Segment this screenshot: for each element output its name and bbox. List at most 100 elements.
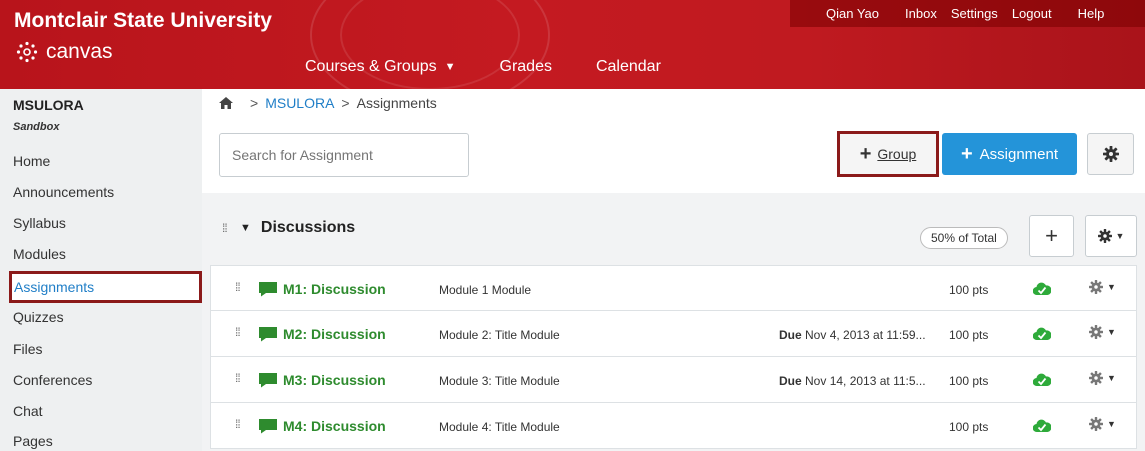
add-assignment-button[interactable]: + Assignment <box>942 133 1077 175</box>
breadcrumb-current: Assignments <box>356 95 437 111</box>
caret-down-icon: ▼ <box>1107 327 1116 337</box>
discussion-icon <box>259 373 277 388</box>
assignment-title-link[interactable]: M1: Discussion <box>283 281 386 297</box>
plus-icon: + <box>960 142 973 165</box>
caret-down-icon: ▼ <box>1107 373 1116 383</box>
add-assignment-label: Assignment <box>979 145 1059 163</box>
inbox-link[interactable]: Inbox <box>905 6 937 21</box>
breadcrumb-separator: > <box>341 95 350 111</box>
assignment-row[interactable]: ⁞⁞ M4: Discussion Module 4: Title Module… <box>210 403 1137 449</box>
discussion-icon <box>259 327 277 342</box>
canvas-logo[interactable]: canvas <box>16 40 113 64</box>
assignment-module: Module 2: Title Module <box>439 328 560 342</box>
assignment-points: 100 pts <box>949 374 989 388</box>
group-weight-badge: 50% of Total <box>920 227 1008 249</box>
assignment-points: 100 pts <box>949 328 989 342</box>
assignment-due-date: Due Nov 14, 2013 at 11:5... <box>779 374 926 388</box>
top-navigation: Courses & Groups ▼ Grades Calendar <box>305 58 705 76</box>
due-date-text: Nov 14, 2013 at 11:5... <box>805 374 926 388</box>
settings-gear-button[interactable] <box>1087 133 1134 175</box>
assignment-row[interactable]: ⁞⁞ M2: Discussion Module 2: Title Module… <box>210 311 1137 357</box>
plus-icon: + <box>859 142 872 165</box>
drag-handle-icon[interactable]: ⁞⁞ <box>222 221 228 235</box>
assignment-module: Module 4: Title Module <box>439 420 560 434</box>
assignment-settings-menu[interactable]: ▼ <box>1089 280 1116 294</box>
sidebar-item-modules[interactable]: Modules <box>13 246 66 262</box>
caret-down-icon: ▼ <box>444 61 456 73</box>
sidebar-item-assignments[interactable]: Assignments <box>9 271 202 303</box>
gear-icon <box>1097 229 1112 243</box>
course-sidebar: MSULORA Sandbox Home Announcements Sylla… <box>0 89 202 451</box>
nav-grades[interactable]: Grades <box>500 58 552 76</box>
assignment-settings-menu[interactable]: ▼ <box>1089 325 1116 339</box>
sidebar-item-syllabus[interactable]: Syllabus <box>13 215 66 231</box>
user-name-link[interactable]: Qian Yao <box>826 6 879 21</box>
assignment-title-link[interactable]: M2: Discussion <box>283 326 386 342</box>
sidebar-item-quizzes[interactable]: Quizzes <box>13 309 64 325</box>
sidebar-item-assignments-label: Assignments <box>14 279 95 295</box>
gear-icon <box>1089 325 1103 339</box>
help-link[interactable]: Help <box>1078 6 1105 21</box>
drag-handle-icon[interactable]: ⁞⁞ <box>235 325 241 339</box>
canvas-logo-icon <box>16 41 38 63</box>
assignment-list: ⁞⁞ M1: Discussion Module 1 Module 100 pt… <box>210 265 1137 449</box>
gear-icon <box>1089 417 1103 431</box>
discussion-icon <box>259 282 277 297</box>
published-cloud-icon[interactable] <box>1033 281 1051 297</box>
global-header: Montclair State University canvas Course… <box>0 0 1145 89</box>
nav-courses-groups-label: Courses & Groups <box>305 58 437 75</box>
home-icon[interactable] <box>219 97 233 109</box>
sidebar-course-name[interactable]: MSULORA <box>13 97 84 113</box>
sidebar-item-conferences[interactable]: Conferences <box>13 372 92 388</box>
sidebar-item-files[interactable]: Files <box>13 341 43 357</box>
published-cloud-icon[interactable] <box>1033 372 1051 388</box>
drag-handle-icon[interactable]: ⁞⁞ <box>235 417 241 431</box>
group-settings-button[interactable]: ▼ <box>1085 215 1137 257</box>
sidebar-item-chat[interactable]: Chat <box>13 403 43 419</box>
collapse-caret-icon: ▼ <box>240 222 251 234</box>
caret-down-icon: ▼ <box>1115 231 1125 241</box>
published-cloud-icon[interactable] <box>1033 418 1051 434</box>
plus-icon: + <box>1045 223 1058 248</box>
assignment-title-link[interactable]: M3: Discussion <box>283 372 386 388</box>
breadcrumb: > MSULORA > Assignments <box>219 95 437 111</box>
assignment-group-header: ⁞⁞ ▼ Discussions 50% of Total + ▼ <box>210 209 1137 265</box>
assignment-row[interactable]: ⁞⁞ M3: Discussion Module 3: Title Module… <box>210 357 1137 403</box>
main-content: > MSULORA > Assignments + Group + Assign… <box>202 89 1145 451</box>
assignment-title-link[interactable]: M4: Discussion <box>283 418 386 434</box>
search-assignment-input[interactable] <box>219 133 469 177</box>
sidebar-item-pages[interactable]: Pages <box>13 433 53 449</box>
due-label: Due <box>779 374 802 388</box>
gear-icon <box>1089 371 1103 385</box>
nav-courses-groups[interactable]: Courses & Groups ▼ <box>305 58 456 76</box>
logout-link[interactable]: Logout <box>1012 6 1052 21</box>
assignment-module: Module 1 Module <box>439 283 532 297</box>
due-date-text: Nov 4, 2013 at 11:59... <box>805 328 926 342</box>
published-cloud-icon[interactable] <box>1033 326 1051 342</box>
sidebar-item-announcements[interactable]: Announcements <box>13 184 114 200</box>
assignment-settings-menu[interactable]: ▼ <box>1089 371 1116 385</box>
user-links-bar: Qian Yao Inbox Settings Logout Help <box>790 0 1145 27</box>
assignment-module: Module 3: Title Module <box>439 374 560 388</box>
sidebar-course-subtitle: Sandbox <box>13 121 60 133</box>
nav-calendar[interactable]: Calendar <box>596 58 661 76</box>
assignment-group-title[interactable]: ▼ Discussions <box>240 219 355 237</box>
gear-icon <box>1102 146 1119 162</box>
add-assignment-to-group-button[interactable]: + <box>1029 215 1074 257</box>
add-group-label: Group <box>877 146 917 162</box>
caret-down-icon: ▼ <box>1107 419 1116 429</box>
assignment-row[interactable]: ⁞⁞ M1: Discussion Module 1 Module 100 pt… <box>210 265 1137 311</box>
drag-handle-icon[interactable]: ⁞⁞ <box>235 280 241 294</box>
assignment-settings-menu[interactable]: ▼ <box>1089 417 1116 431</box>
gear-icon <box>1089 280 1103 294</box>
assignment-due-date: Due Nov 4, 2013 at 11:59... <box>779 328 926 342</box>
add-group-button[interactable]: + Group <box>837 131 939 177</box>
due-label: Due <box>779 328 802 342</box>
canvas-logo-text: canvas <box>46 40 113 63</box>
settings-link[interactable]: Settings <box>951 6 998 21</box>
breadcrumb-separator: > <box>250 95 259 111</box>
caret-down-icon: ▼ <box>1107 282 1116 292</box>
breadcrumb-course-link[interactable]: MSULORA <box>265 95 334 111</box>
sidebar-item-home[interactable]: Home <box>13 153 50 169</box>
drag-handle-icon[interactable]: ⁞⁞ <box>235 371 241 385</box>
